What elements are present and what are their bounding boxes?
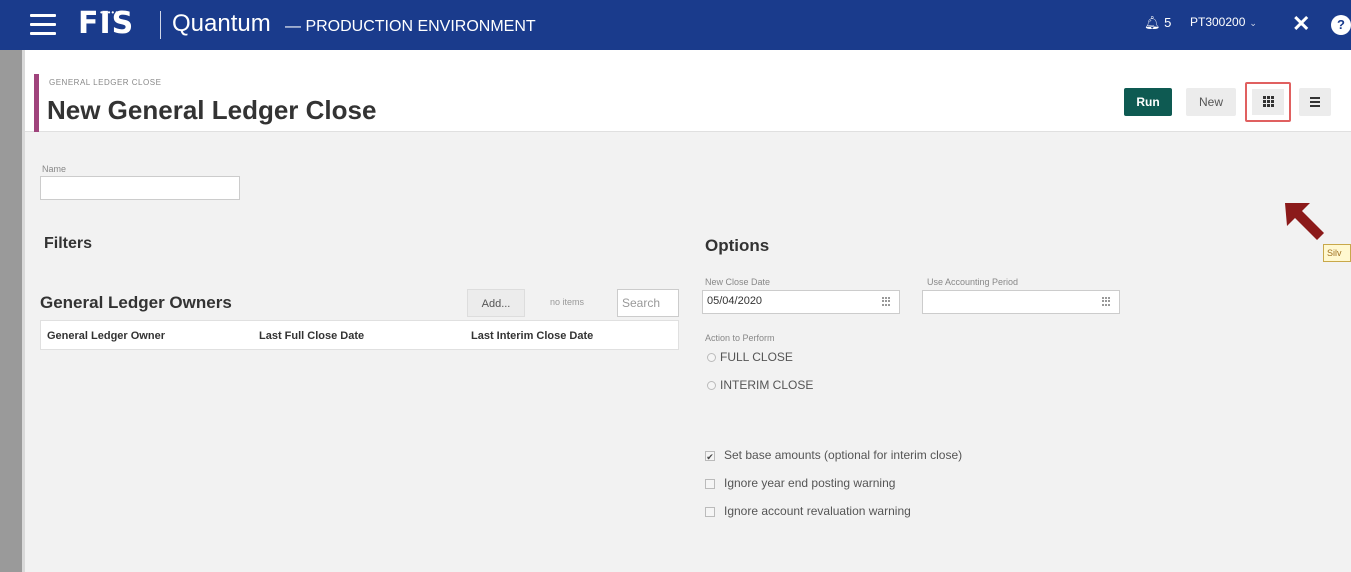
help-icon[interactable]: ? (1331, 15, 1351, 35)
checkbox[interactable] (705, 478, 715, 489)
tooltip: Silv (1323, 244, 1351, 262)
page-title: New General Ledger Close (47, 95, 377, 125)
checkbox-label: Ignore account revaluation warning (724, 504, 911, 518)
owners-title: General Ledger Owners (40, 293, 232, 312)
calendar-icon[interactable] (882, 297, 891, 306)
new-button[interactable]: New (1186, 88, 1236, 116)
name-label: Name (42, 164, 67, 174)
radio-button[interactable] (707, 353, 716, 363)
notifications-count: 5 (1164, 15, 1172, 30)
action-label: Action to Perform (705, 333, 775, 343)
checkbox-ignore-year-end[interactable]: Ignore year end posting warning (705, 476, 895, 490)
accounting-period-label: Use Accounting Period (927, 277, 1019, 287)
owners-count: no items (550, 297, 585, 307)
filters-title: Filters (44, 235, 93, 252)
environment-label: — PRODUCTION ENVIRONMENT (285, 18, 536, 35)
user-menu[interactable]: PT300200 ⌄ (1190, 15, 1257, 29)
radio-full-close[interactable]: FULL CLOSE (707, 350, 793, 364)
checkbox[interactable]: ✔ (705, 450, 715, 462)
grid-button-face (1252, 89, 1284, 115)
menu-icon-line (1310, 105, 1320, 107)
column-header-owner[interactable]: General Ledger Owner (47, 330, 165, 342)
checkbox-label: Set base amounts (optional for interim c… (724, 448, 963, 462)
column-header-last-full-close[interactable]: Last Full Close Date (259, 330, 364, 342)
product-name: Quantum (172, 10, 271, 37)
notifications[interactable]: 🔔︎ 5 (1144, 15, 1171, 31)
calendar-icon[interactable] (1102, 297, 1111, 306)
bell-icon: 🔔︎ (1144, 15, 1161, 30)
page-header: GENERAL LEDGER CLOSE New General Ledger … (25, 50, 1351, 132)
grid-view-button[interactable] (1245, 82, 1291, 122)
radio-label: FULL CLOSE (720, 350, 793, 364)
new-close-date-label: New Close Date (705, 277, 771, 287)
owners-table-header: General Ledger Owner Last Full Close Dat… (40, 320, 679, 350)
owners-search-input[interactable]: Search (617, 289, 679, 317)
header-accent-bar (34, 74, 39, 132)
hamburger-menu-icon[interactable] (30, 14, 56, 36)
user-name: PT300200 (1190, 15, 1246, 29)
new-close-date-input[interactable]: 05/04/2020 (702, 290, 900, 314)
checkbox-label: Ignore year end posting warning (724, 476, 896, 490)
checkbox-set-base-amounts[interactable]: ✔ Set base amounts (optional for interim … (705, 448, 962, 462)
name-input[interactable] (40, 176, 240, 200)
radio-label: INTERIM CLOSE (720, 378, 814, 392)
left-rail (0, 50, 22, 572)
fis-logo: FIS (78, 6, 135, 41)
options-title: Options (705, 236, 770, 255)
checkbox[interactable] (705, 506, 715, 517)
logo-separator (160, 11, 161, 39)
menu-icon-line (1310, 97, 1320, 99)
radio-button[interactable] (707, 381, 716, 391)
accounting-period-input[interactable] (922, 290, 1120, 314)
add-owner-button[interactable]: Add... (467, 289, 525, 317)
run-button[interactable]: Run (1124, 88, 1172, 116)
more-menu-button[interactable] (1299, 88, 1331, 116)
new-close-date-value: 05/04/2020 (707, 295, 763, 307)
menu-icon-line (1310, 101, 1320, 103)
chevron-down-icon: ⌄ (1249, 18, 1257, 28)
column-header-last-interim-close[interactable]: Last Interim Close Date (471, 330, 593, 342)
checkbox-ignore-revaluation[interactable]: Ignore account revaluation warning (705, 504, 911, 518)
annotation-arrow-icon (1285, 203, 1324, 240)
grid-icon (1263, 96, 1274, 107)
top-bar: ••••• FIS Quantum — PRODUCTION ENVIRONME… (0, 0, 1351, 50)
breadcrumb: GENERAL LEDGER CLOSE (49, 78, 162, 87)
tools-icon[interactable]: ✕ (1292, 11, 1310, 37)
radio-interim-close[interactable]: INTERIM CLOSE (707, 378, 813, 392)
